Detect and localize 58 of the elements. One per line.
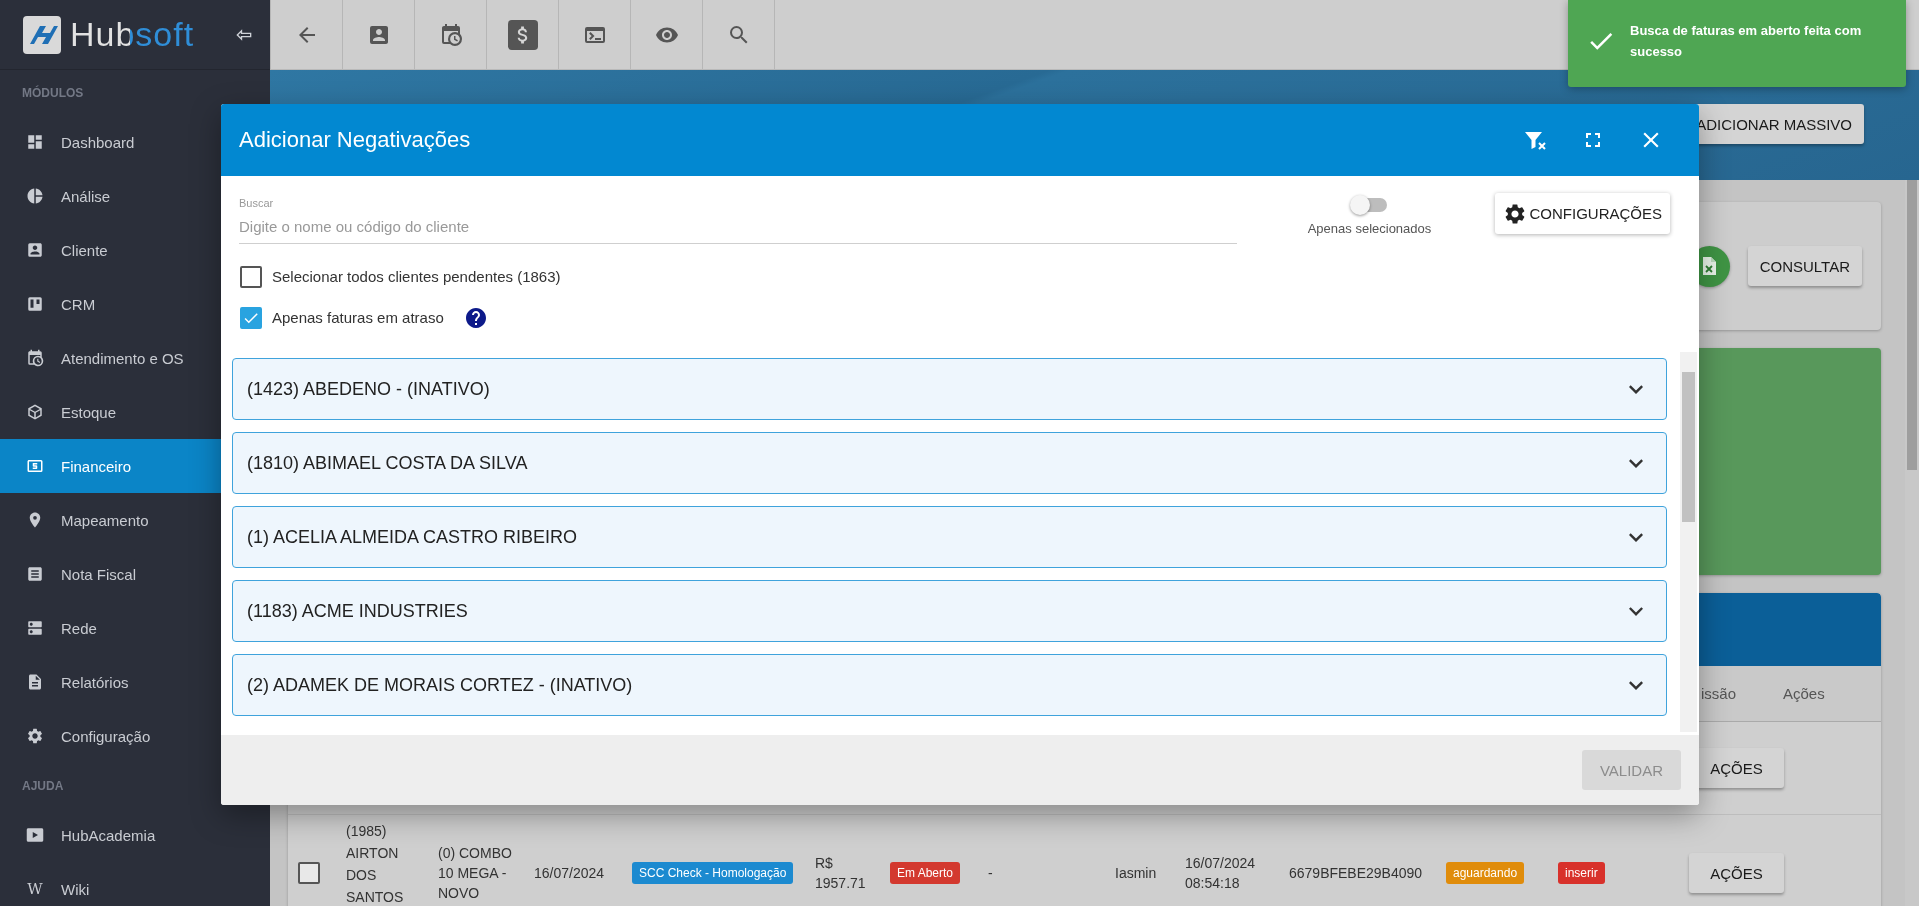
toggle-switch[interactable] [1352, 198, 1387, 212]
board-icon [26, 295, 44, 313]
toggle-label: Apenas selecionados [1307, 221, 1432, 236]
client-accordion[interactable]: (1) ACELIA ALMEIDA CASTRO RIBEIRO [232, 506, 1667, 568]
sidebar-item[interactable]: CRM [0, 277, 270, 331]
checkbox-label: Selecionar todos clientes pendentes (1863) [272, 268, 561, 285]
client-accordion[interactable]: (1423) ABEDENO - (INATIVO) [232, 358, 1667, 420]
settings-icon [26, 727, 44, 745]
checkbox-label: Apenas faturas em atraso [272, 309, 444, 326]
table-cell-text: 6679BFEBE29B4090 [1289, 864, 1424, 883]
grid-icon [26, 133, 44, 151]
table-cell-text: 16/07/2024 [534, 864, 606, 883]
contact-card-icon [26, 241, 44, 259]
chevron-down-icon [1629, 384, 1643, 394]
sidebar-item[interactable]: W Wiki [0, 862, 270, 906]
play-icon [26, 826, 44, 844]
status-tag: inserir [1558, 862, 1605, 884]
file-icon [26, 673, 44, 691]
wiki-icon: W [26, 880, 44, 898]
money-icon [26, 457, 44, 475]
chevron-down-icon [1629, 458, 1643, 468]
status-tag: SCC Check - Homologação [632, 862, 794, 884]
status-tag: Em Aberto [890, 862, 961, 884]
logo-icon [22, 14, 62, 55]
client-accordion[interactable]: (2) ADAMEK DE MORAIS CORTEZ - (INATIVO) [232, 654, 1667, 716]
table-cell-text: (0) COMBO 10 MEGA - NOVO [438, 844, 513, 903]
checkbox[interactable] [240, 306, 262, 329]
table-cell-text: Iasmin [1115, 864, 1158, 883]
status-tag: aguardando [1446, 862, 1525, 884]
table-cell-text: (1985) AIRTON DOS SANTOS [346, 822, 405, 906]
section-title: AJUDA [22, 778, 64, 793]
dialog-title: Adicionar Negativações [239, 127, 471, 153]
pie-chart-icon [26, 187, 44, 205]
client-accordion[interactable]: (1810) ABIMAEL COSTA DA SILVA [232, 432, 1667, 494]
chevron-down-icon [1629, 532, 1643, 542]
table-cell-text: 16/07/2024 08:54:18 [1185, 854, 1257, 893]
calendar-clock-icon [26, 349, 44, 367]
actions-button[interactable]: AÇÕES [1689, 853, 1784, 893]
table-cell-text: - [988, 864, 994, 883]
chevron-down-icon [1629, 606, 1643, 616]
document-icon [26, 565, 44, 583]
cube-icon [26, 403, 44, 421]
scrollbar[interactable] [1680, 352, 1697, 732]
consult-button[interactable]: CONSULTAR [1747, 246, 1862, 286]
chevron-down-icon [1629, 680, 1643, 690]
toast-message: Busca de faturas em aberto feita com sucesso [1630, 21, 1863, 61]
field-label: Buscar [239, 197, 275, 209]
section-title: MÓDULOS [22, 85, 84, 100]
client-accordion[interactable]: (1183) ACME INDUSTRIES [232, 580, 1667, 642]
table-cell-text: R$ 1957.71 [815, 854, 867, 893]
checkbox[interactable] [240, 265, 262, 288]
sidebar-item[interactable]: HubAcademia [0, 808, 270, 862]
server-icon [26, 619, 44, 637]
column-header: Ações [1783, 685, 1826, 702]
row-checkbox[interactable] [298, 862, 320, 884]
settings-button[interactable]: CONFIGURAÇÕES [1495, 193, 1670, 234]
scrollbar[interactable] [1905, 180, 1919, 906]
column-header: issão [1701, 685, 1738, 702]
